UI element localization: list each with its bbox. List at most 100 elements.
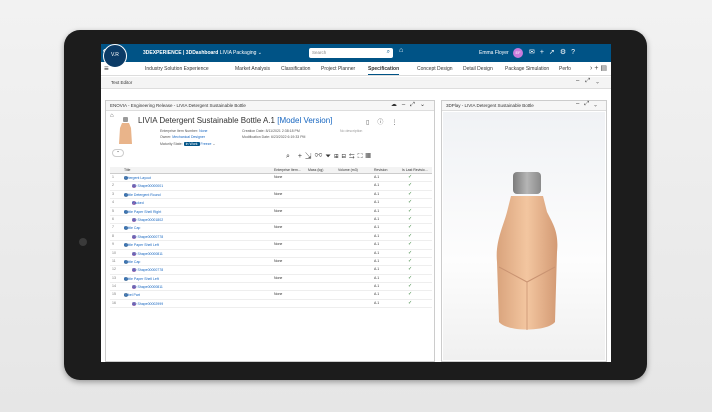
user-name[interactable]: Emma Floyer: [479, 50, 509, 56]
chevron-down-icon[interactable]: ⌄: [420, 102, 430, 108]
structure-icon[interactable]: ⊞: [334, 153, 341, 160]
avatar[interactable]: EF: [513, 48, 523, 58]
row-number: 1: [112, 175, 114, 179]
expand-icon[interactable]: ⤢: [585, 78, 596, 84]
compass-logo-icon[interactable]: V.R: [103, 44, 127, 68]
chevron-down-icon[interactable]: ⌄: [594, 101, 602, 107]
chevron-down-icon[interactable]: ⌄: [258, 50, 262, 56]
tab-menu-icon[interactable]: ▤: [600, 65, 607, 72]
app-title[interactable]: 3DEXPERIENCE | 3DDashboard LIVIA Packagi…: [143, 50, 262, 56]
dashboard-name[interactable]: LIVIA Packaging: [220, 50, 257, 56]
link-icon[interactable]: ⚯: [314, 153, 325, 160]
col-volume[interactable]: Volume (m3): [338, 168, 358, 172]
table-row[interactable]: 9⊟ Bottle Paper Shell LeftNoneA.1✓: [110, 241, 432, 250]
col-mass[interactable]: Mass (kg): [308, 168, 323, 172]
search-icon[interactable]: ⌕: [387, 49, 390, 56]
maturity-next[interactable]: Freeze: [201, 142, 212, 146]
table-row[interactable]: 16 3D Shape00002999 A.1 ✓: [110, 300, 432, 309]
row-title[interactable]: Bottle Paper Shell Left: [124, 243, 159, 247]
check-icon: ✓: [408, 190, 413, 197]
more-icon[interactable]: ⋮: [391, 120, 405, 126]
minimize-icon[interactable]: –: [402, 102, 410, 108]
row-title[interactable]: 3D Shape00000811: [132, 285, 163, 289]
table-row[interactable]: 14 3D Shape00000811 A.1 ✓: [110, 283, 432, 292]
table-row[interactable]: 2 3D Shape00000001 A.1 ✓: [110, 182, 432, 191]
info-icon[interactable]: ⓘ: [377, 120, 391, 126]
filter-icon[interactable]: ⏷: [325, 153, 334, 160]
table-row[interactable]: 3⊟ Bottle Detergent RoundNoneA.1✓: [110, 190, 432, 200]
table-row[interactable]: 12 3D Shape00000778 A.1 ✓: [110, 266, 432, 275]
bottle-3d-model[interactable]: [487, 172, 567, 342]
row-title[interactable]: 3D Shape00001802: [132, 218, 163, 222]
add-icon[interactable]: +: [298, 153, 305, 160]
table-row[interactable]: 6 3D Shape00001802 A.1 ✓: [110, 216, 432, 225]
tab-detail-design[interactable]: Detail Design: [463, 66, 493, 72]
row-title[interactable]: Bottle Cap: [124, 260, 140, 264]
status-badge[interactable]: In Work: [183, 142, 200, 146]
tab-performance[interactable]: Perfo: [559, 66, 571, 72]
tab-industry-solution[interactable]: Industry Solution Experience: [145, 66, 209, 72]
table-row[interactable]: 8 3D Shape00000778 A.1 ✓: [110, 233, 432, 242]
chevron-right-icon[interactable]: ›: [590, 65, 592, 72]
split-icon[interactable]: ⇆: [349, 153, 358, 160]
tab-concept-design[interactable]: Concept Design: [417, 66, 453, 72]
app-screen: ℬ 3DEXPERIENCE | 3DDashboard LIVIA Packa…: [101, 44, 611, 362]
network-icon[interactable]: ⚙: [560, 49, 571, 56]
row-enterprise: None: [274, 175, 283, 179]
table-row[interactable]: 7⊟ Bottle CapNoneA.1✓: [110, 224, 432, 233]
enterprise-item-attr: Enterprise Item Number: None: [160, 129, 207, 133]
add-tab-icon[interactable]: +: [594, 65, 598, 72]
row-title[interactable]: Bottle Detergent Round: [124, 193, 161, 197]
collapse-toggle[interactable]: ⌃: [112, 149, 124, 157]
search-input[interactable]: Search ⌕: [309, 48, 393, 58]
grid-view-icon[interactable]: ▦: [365, 153, 373, 160]
tab-classification[interactable]: Classification: [281, 66, 310, 72]
row-title[interactable]: Label Part: [124, 293, 140, 297]
attr-value: 6/23/2022 6:19:33 PM: [271, 135, 306, 139]
row-title[interactable]: Bottle Paper Shell Left: [124, 277, 159, 281]
row-title[interactable]: 3D Shape00000778: [132, 235, 163, 239]
row-title[interactable]: 3D Shape00000811: [132, 252, 163, 256]
table-row[interactable]: 1⊟ Detergent LayoutNoneA.1✓: [110, 174, 432, 183]
chevron-down-icon[interactable]: ⌄: [596, 78, 605, 84]
table-row[interactable]: 10 3D Shape00000811 A.1 ✓: [110, 250, 432, 258]
add-icon[interactable]: +: [540, 49, 549, 56]
tree-icon[interactable]: ⊟: [342, 153, 349, 160]
3d-viewer[interactable]: [443, 112, 605, 360]
expand-icon[interactable]: ⤢: [410, 102, 420, 108]
tab-market-analysis[interactable]: Market Analysis: [235, 66, 270, 72]
search-icon[interactable]: ⌕: [286, 153, 293, 160]
row-title[interactable]: 3D Shape00000001: [132, 184, 163, 188]
tab-package-simulation[interactable]: Package Simulation: [505, 66, 549, 72]
help-icon[interactable]: ?: [571, 49, 580, 56]
row-title[interactable]: Detergent Layout: [124, 176, 151, 180]
row-title[interactable]: 3D Shape00002999: [132, 302, 163, 306]
document-icon[interactable]: ▯: [366, 120, 377, 126]
row-title[interactable]: 3D Shape00000778: [132, 268, 163, 272]
minimize-icon[interactable]: –: [576, 78, 585, 84]
owner-attr: Owner: Mechanical Designer: [160, 135, 205, 139]
table-row[interactable]: 5⊟ Bottle Paper Shell RightNoneA.1✓: [110, 208, 432, 216]
attr-label: Creation Date:: [242, 129, 265, 133]
row-title[interactable]: Bottle Paper Shell Right: [124, 210, 161, 214]
row-title[interactable]: Bottle Cap: [124, 226, 140, 230]
tab-project-planner[interactable]: Project Planner: [321, 66, 355, 72]
expand-icon[interactable]: ⤢: [584, 101, 594, 107]
table-row[interactable]: 15⊟ Label PartNoneA.1✓: [110, 291, 432, 300]
tab-specification[interactable]: Specification: [368, 66, 400, 75]
share-icon[interactable]: ➚: [549, 49, 560, 56]
col-revision[interactable]: Revision: [374, 168, 387, 172]
attr-value[interactable]: Mechanical Designer: [172, 135, 205, 139]
chevron-down-icon[interactable]: ⌄: [212, 142, 215, 146]
row-revision: A.1: [374, 200, 380, 205]
cloud-icon[interactable]: ☁: [391, 102, 402, 108]
chat-icon[interactable]: ✉: [529, 49, 540, 56]
col-enterprise[interactable]: Enterprise Item...: [274, 168, 301, 172]
table-row[interactable]: 4 Packed A.1 ✓: [110, 199, 432, 208]
row-title[interactable]: Packed: [132, 201, 144, 205]
table-row[interactable]: 11⊟ Bottle CapNoneA.1✓: [110, 258, 432, 267]
tag-icon[interactable]: ⌂: [399, 47, 403, 54]
col-title[interactable]: Title: [124, 168, 130, 172]
table-row[interactable]: 13⊟ Bottle Paper Shell LeftNoneA.1✓: [110, 275, 432, 284]
col-last-revision[interactable]: Is Last Revisio...: [402, 168, 428, 172]
